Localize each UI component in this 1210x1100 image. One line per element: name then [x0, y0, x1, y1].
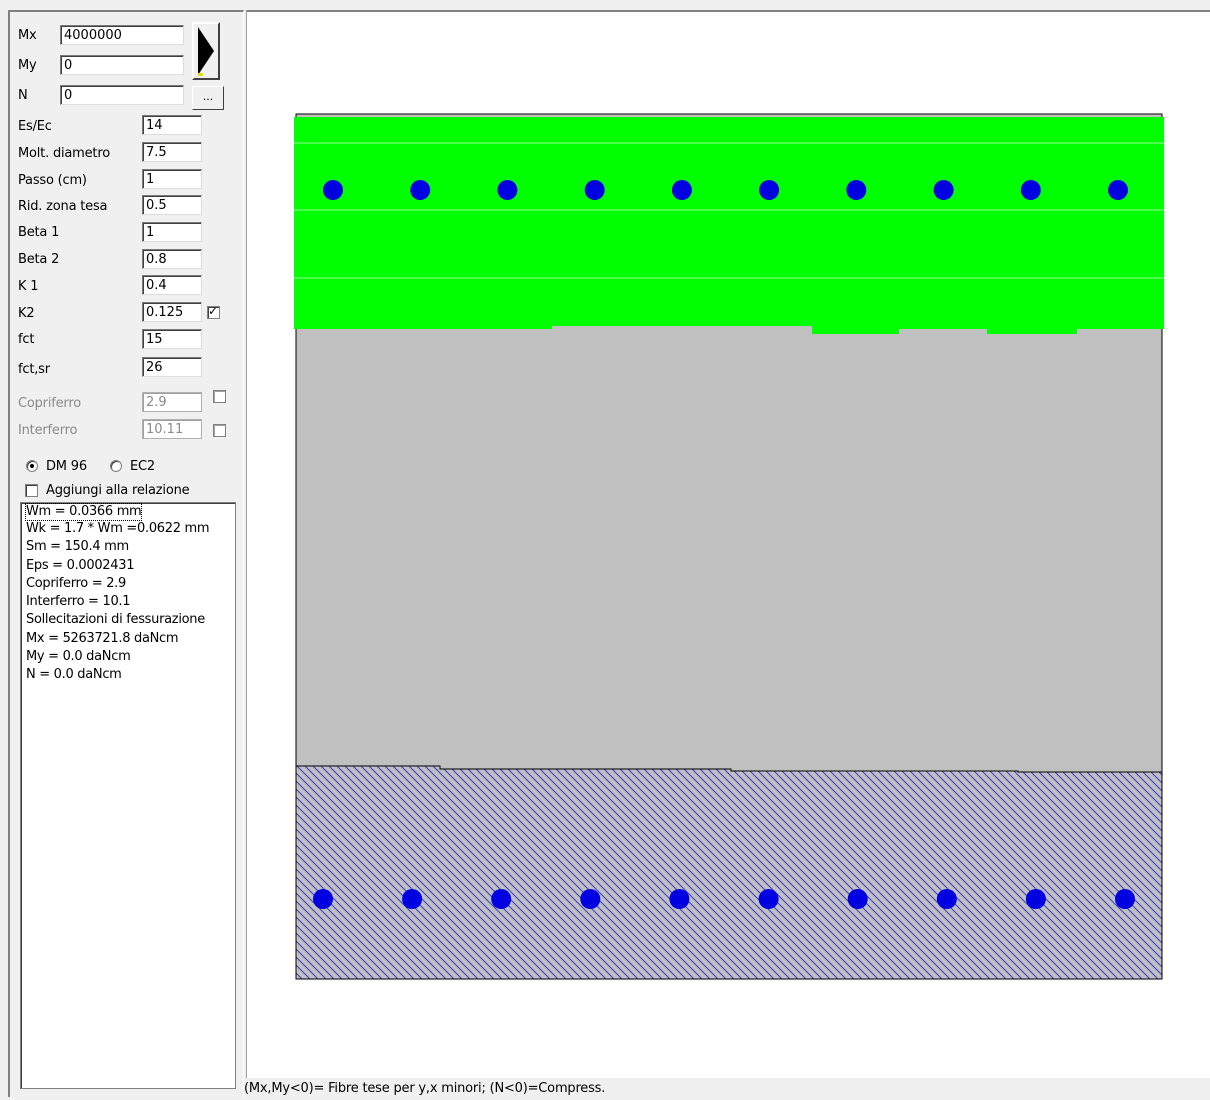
copriferro-checkbox[interactable]: [213, 390, 226, 403]
result-line[interactable]: Eps = 0.0002431: [26, 557, 230, 575]
more-options-button[interactable]: ...: [192, 86, 224, 110]
param-label-k2: K2: [18, 306, 35, 321]
copriferro-input[interactable]: [142, 392, 202, 412]
section-drawing: [294, 113, 1164, 980]
arrow-right-icon: [198, 27, 214, 76]
rebar-circle: [584, 180, 605, 200]
add-to-report-label: Aggiungi alla relazione: [46, 483, 190, 498]
input-panel: Mx My N ... Es/Ec Molt. diametro Passo (…: [8, 10, 244, 1097]
es-ec-input[interactable]: [142, 115, 202, 135]
add-to-report-checkbox[interactable]: [25, 484, 38, 497]
section-drawing-area[interactable]: [246, 10, 1210, 1078]
rid-zona-tesa-input[interactable]: [142, 195, 202, 215]
result-line[interactable]: N = 0.0 daNcm: [26, 666, 230, 684]
param-label-fct-sr: fct,sr: [18, 362, 50, 377]
param-label-rid-zona-tesa: Rid. zona tesa: [18, 199, 108, 214]
result-line[interactable]: Sollecitazioni di fessurazione: [26, 611, 230, 629]
rebar-circle: [491, 889, 512, 909]
result-line[interactable]: Wm = 0.0366 mm: [24, 503, 143, 521]
checkmark-icon: ✓: [208, 304, 219, 318]
my-input[interactable]: [60, 55, 184, 75]
param-label-copriferro: Copriferro: [18, 396, 81, 411]
dm96-label: DM 96: [46, 459, 87, 474]
rebar-circle: [847, 889, 868, 909]
passo-input[interactable]: [142, 169, 202, 189]
param-label-beta1: Beta 1: [18, 225, 60, 240]
rebar-circle: [1115, 889, 1135, 909]
param-label-molt-diametro: Molt. diametro: [18, 146, 110, 161]
ec2-label: EC2: [130, 459, 155, 474]
param-label-beta2: Beta 2: [18, 252, 60, 267]
rebar-circle: [402, 889, 423, 909]
fct-sr-input[interactable]: [142, 357, 202, 377]
rebar-circle: [1025, 889, 1046, 909]
dm96-radio[interactable]: [26, 460, 38, 472]
param-label-interferro: Interferro: [18, 423, 78, 438]
rebar-circle: [1108, 180, 1128, 200]
result-line[interactable]: Sm = 150.4 mm: [26, 538, 230, 556]
beta2-input[interactable]: [142, 249, 202, 269]
result-line[interactable]: Mx = 5263721.8 daNcm: [26, 630, 230, 648]
my-label: My: [18, 58, 37, 73]
molt-diametro-input[interactable]: [142, 142, 202, 162]
compute-button[interactable]: [192, 22, 220, 80]
n-label: N: [18, 88, 28, 103]
rebar-circle: [846, 180, 867, 200]
compressed-zone: [294, 117, 1164, 334]
result-line[interactable]: My = 0.0 daNcm: [26, 648, 230, 666]
rebar-circle: [758, 889, 779, 909]
rebar-circle: [933, 180, 954, 200]
result-line[interactable]: Wk = 1.7 * Wm =0.0622 mm: [26, 520, 230, 538]
n-input[interactable]: [60, 85, 184, 105]
rebar-circle: [313, 889, 333, 909]
param-label-es-ec: Es/Ec: [18, 119, 52, 134]
k1-input[interactable]: [142, 275, 202, 295]
param-label-fct: fct: [18, 332, 35, 347]
rebar-circle: [323, 180, 343, 200]
mx-label: Mx: [18, 28, 37, 43]
k2-input[interactable]: [142, 302, 202, 322]
k2-checkbox[interactable]: ✓: [207, 304, 220, 319]
rebar-circle: [759, 180, 780, 200]
fct-input[interactable]: [142, 329, 202, 349]
rebar-circle: [580, 889, 601, 909]
mx-input[interactable]: [60, 25, 184, 45]
rebar-circle: [410, 180, 431, 200]
status-bar: (Mx,My<0)= Fibre tese per y,x minori; (N…: [244, 1078, 1210, 1097]
param-label-passo: Passo (cm): [18, 173, 87, 188]
rebar-circle: [1020, 180, 1041, 200]
rebar-circle: [669, 889, 690, 909]
result-line[interactable]: Copriferro = 2.9: [26, 575, 230, 593]
interferro-input[interactable]: [142, 419, 202, 439]
interferro-checkbox[interactable]: [213, 424, 226, 437]
result-line[interactable]: Interferro = 10.1: [26, 593, 230, 611]
param-label-k1: K 1: [18, 279, 39, 294]
beta1-input[interactable]: [142, 222, 202, 242]
ec2-radio[interactable]: [110, 460, 122, 472]
results-list[interactable]: Wm = 0.0366 mm Wk = 1.7 * Wm =0.0622 mm …: [20, 502, 236, 1089]
rebar-circle: [936, 889, 957, 909]
rebar-circle: [497, 180, 518, 200]
rebar-circle: [671, 180, 692, 200]
